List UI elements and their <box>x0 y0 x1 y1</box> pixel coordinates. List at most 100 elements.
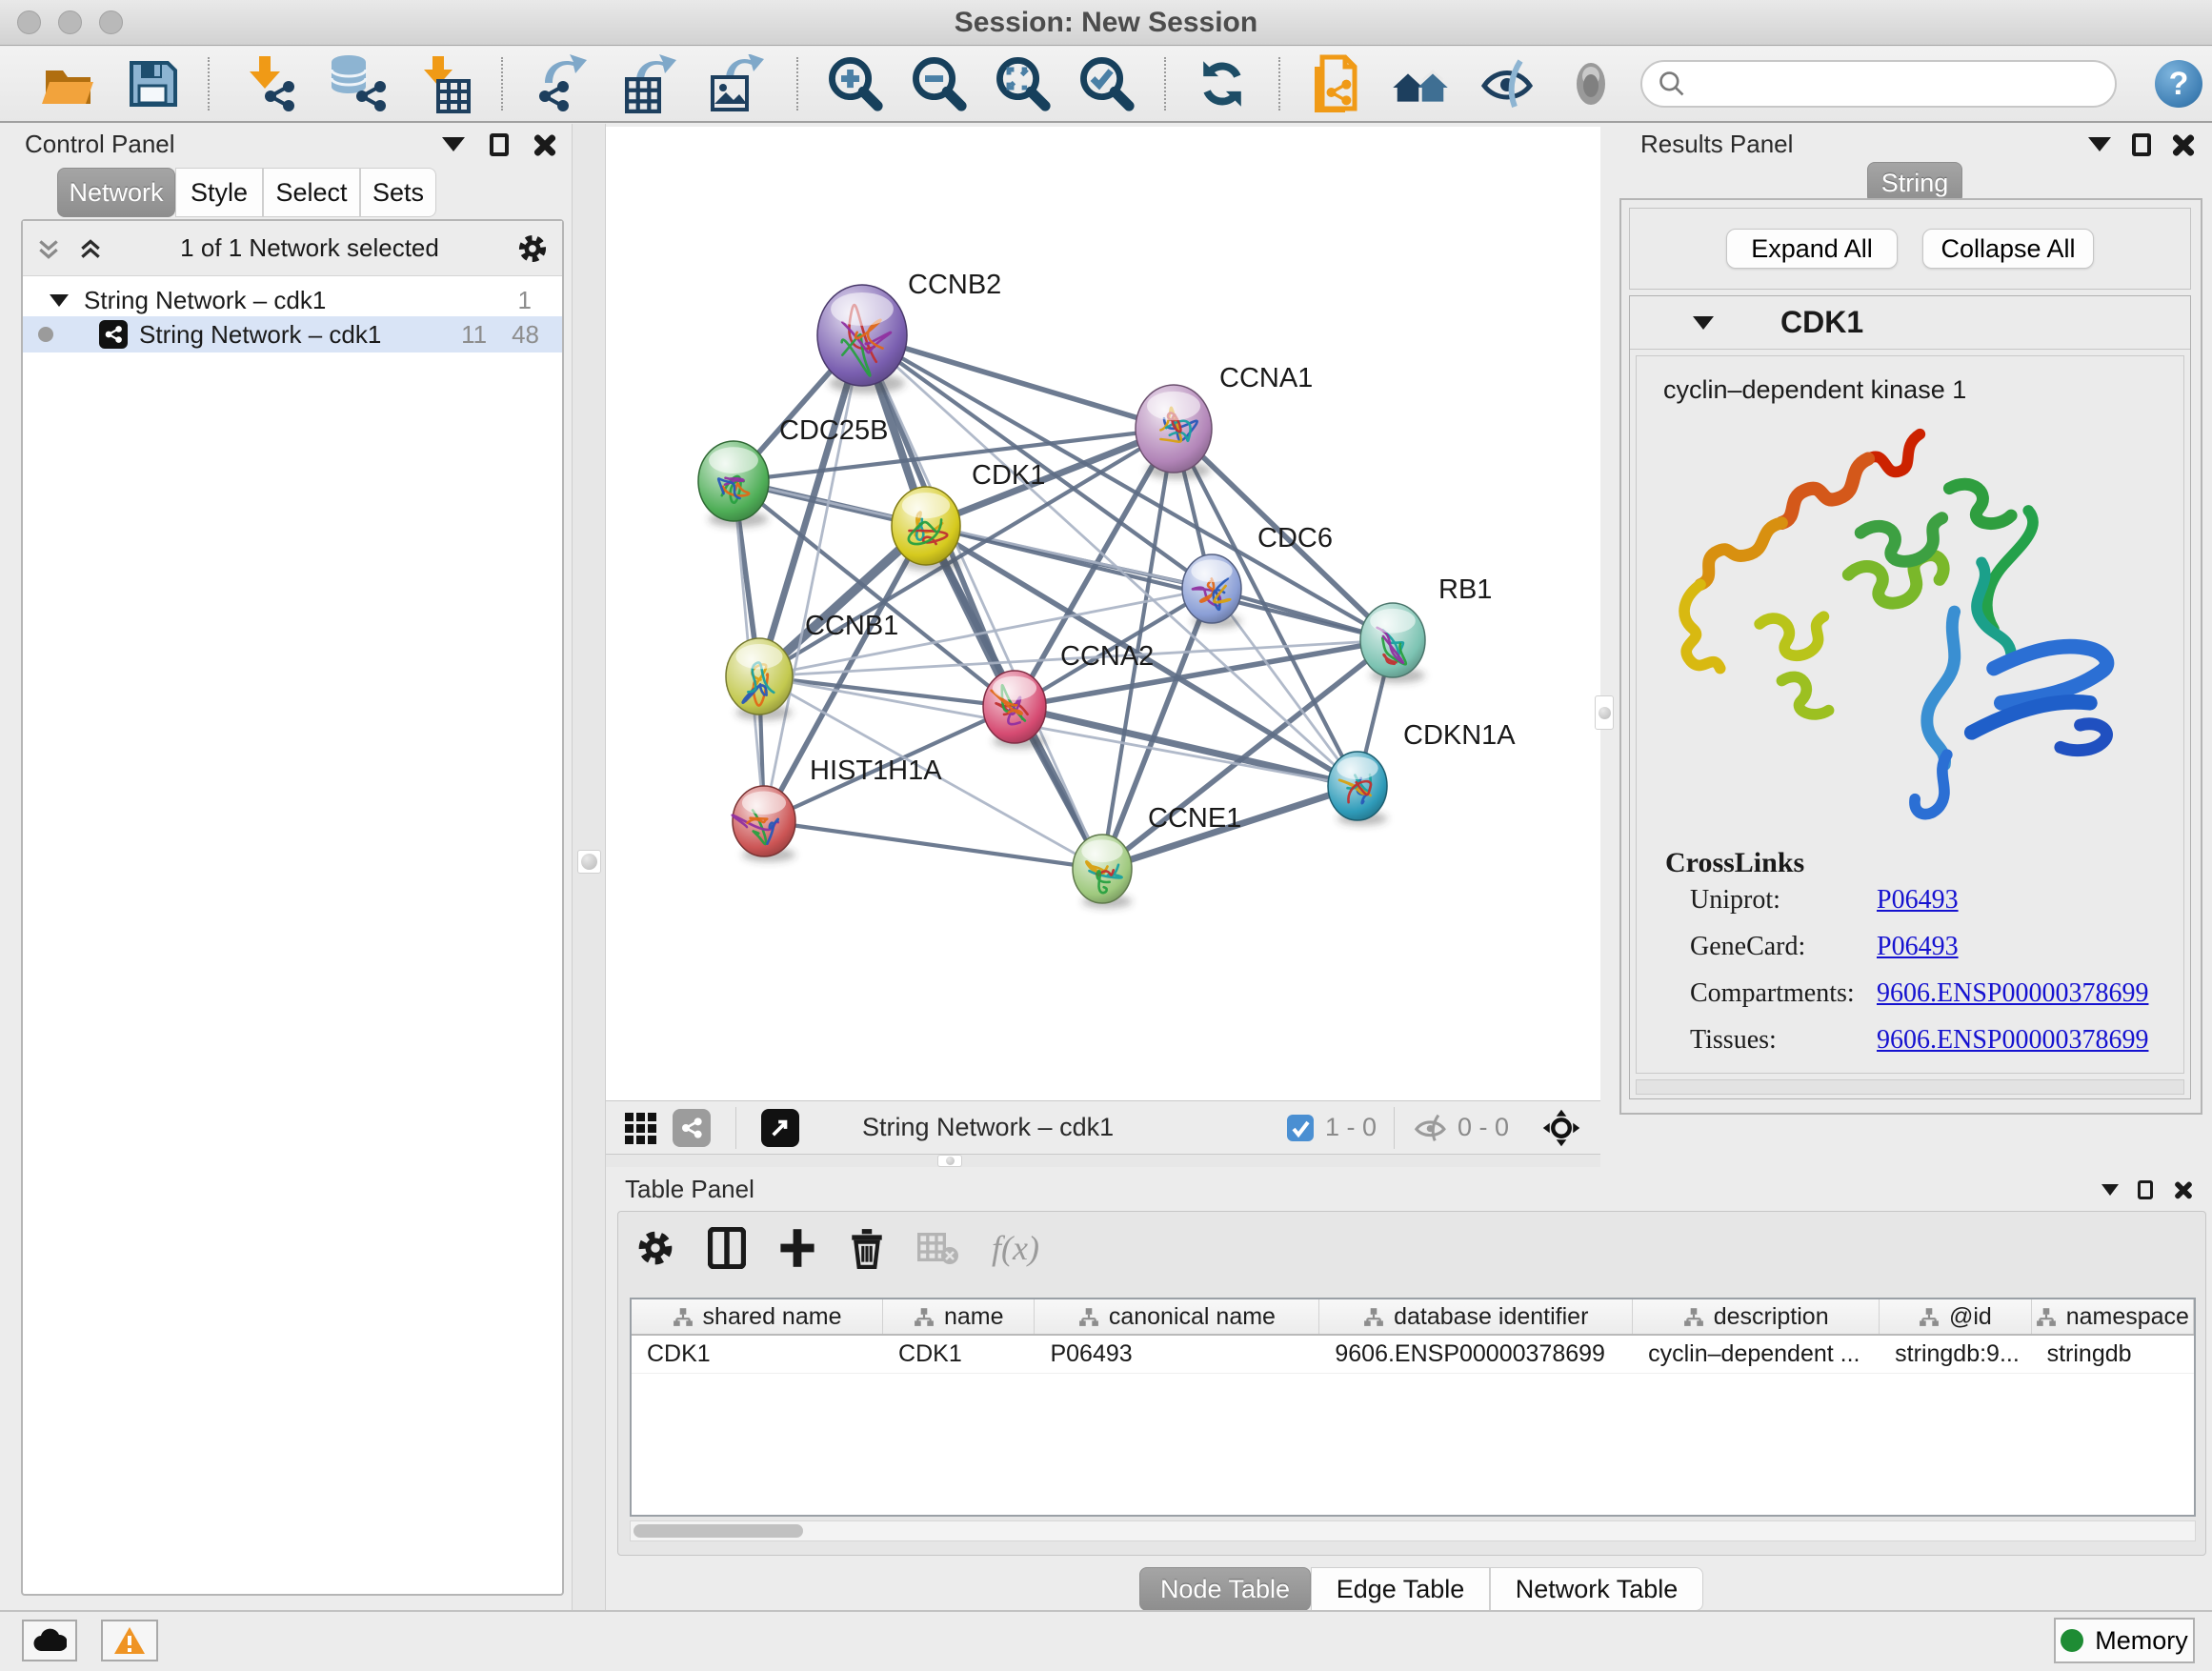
tab-select[interactable]: Select <box>263 168 360 217</box>
network-options-gear-icon[interactable] <box>516 232 549 265</box>
network-node[interactable]: CCNE1 <box>1073 803 1241 908</box>
left-splitter[interactable] <box>572 124 606 1610</box>
import-network-file-button[interactable] <box>225 52 312 115</box>
float-panel-icon[interactable] <box>490 133 509 156</box>
protein-card-header[interactable]: CDK1 <box>1630 296 2190 350</box>
network-edge[interactable] <box>759 676 1015 707</box>
network-node[interactable]: CCNB2 <box>817 270 1001 393</box>
column-header[interactable]: shared name <box>632 1299 883 1334</box>
network-edge[interactable] <box>862 335 1174 429</box>
column-header[interactable]: database identifier <box>1319 1299 1633 1334</box>
toolbar-separator <box>1278 57 1280 111</box>
fit-content-button[interactable] <box>1534 1108 1589 1148</box>
grid-view-button[interactable] <box>615 1111 665 1145</box>
control-panel-tabs: Network Style Select Sets <box>57 168 436 217</box>
crosslink-link[interactable]: P06493 <box>1877 1072 1959 1074</box>
float-panel-icon[interactable] <box>2138 1180 2153 1199</box>
show-columns-icon[interactable] <box>708 1227 746 1269</box>
tab-node-table[interactable]: Node Table <box>1139 1567 1311 1611</box>
table-horizontal-scrollbar[interactable] <box>630 1520 2196 1541</box>
float-panel-icon[interactable] <box>2132 133 2151 156</box>
expand-all-button[interactable]: Expand All <box>1726 229 1898 269</box>
network-node[interactable]: CDC6 <box>1182 523 1333 628</box>
column-header[interactable]: @id <box>1880 1299 2031 1334</box>
expand-all-networks-icon[interactable] <box>36 236 61 261</box>
node-label: CCNA2 <box>1060 641 1154 672</box>
panel-menu-icon[interactable] <box>2101 1184 2119 1196</box>
save-session-button[interactable] <box>112 52 192 115</box>
network-collection-row[interactable]: String Network – cdk1 1 <box>23 284 562 316</box>
table-row[interactable]: CDK1CDK1P064939606.ENSP00000378699cyclin… <box>632 1336 2194 1374</box>
close-panel-icon[interactable] <box>2172 133 2195 156</box>
right-splitter-handle[interactable] <box>1595 695 1614 730</box>
table-settings-gear-icon[interactable] <box>635 1228 675 1268</box>
hide-selection-button[interactable] <box>1465 52 1551 115</box>
network-edge[interactable] <box>862 335 1102 869</box>
tab-sets[interactable]: Sets <box>360 168 436 217</box>
bottom-splitter[interactable] <box>606 1155 1600 1167</box>
zoom-out-button[interactable] <box>897 52 981 115</box>
export-image-button[interactable] <box>694 52 781 115</box>
zoom-selected-button[interactable] <box>1065 52 1149 115</box>
network-node[interactable]: CDKN1A <box>1328 720 1516 825</box>
hidden-eye-slash-icon[interactable] <box>1412 1112 1450 1144</box>
crosslink-link[interactable]: 9606.ENSP00000378699 <box>1877 1025 2148 1056</box>
close-panel-icon[interactable] <box>2174 1180 2192 1198</box>
tab-edge-table[interactable]: Edge Table <box>1311 1567 1490 1611</box>
network-type-button[interactable] <box>665 1109 718 1147</box>
open-session-button[interactable] <box>27 52 112 115</box>
export-network-button[interactable] <box>518 52 606 115</box>
delete-column-trash-icon[interactable] <box>849 1227 885 1269</box>
close-panel-icon[interactable] <box>533 133 556 156</box>
column-header[interactable]: canonical name <box>1035 1299 1319 1334</box>
add-column-icon[interactable] <box>778 1227 816 1269</box>
help-button[interactable]: ? <box>2155 60 2202 108</box>
network-edge[interactable] <box>862 335 1393 640</box>
crosslink-link[interactable]: 9606.ENSP00000378699 <box>1877 978 2148 1009</box>
tab-network[interactable]: Network <box>57 168 175 217</box>
scrollbar-thumb[interactable] <box>633 1524 803 1538</box>
tab-network-table[interactable]: Network Table <box>1490 1567 1703 1611</box>
show-all-networks-button[interactable] <box>1376 52 1465 115</box>
column-header[interactable]: name <box>883 1299 1035 1334</box>
import-table-file-button[interactable] <box>402 52 486 115</box>
cloud-status-button[interactable] <box>22 1620 77 1661</box>
copy-network-style-button[interactable] <box>1296 52 1376 115</box>
left-splitter-handle[interactable] <box>577 850 601 874</box>
zoom-fit-button[interactable] <box>981 52 1065 115</box>
network-node[interactable]: RB1 <box>1360 574 1492 683</box>
network-edge-count: 48 <box>512 320 539 350</box>
network-edge[interactable] <box>764 821 1102 869</box>
selected-checkbox-icon[interactable] <box>1285 1113 1316 1143</box>
crosslink-row: Pharos: P06493 <box>1690 1072 2183 1074</box>
network-row-selected[interactable]: String Network – cdk1 11 48 <box>23 316 562 352</box>
collapse-all-button[interactable]: Collapse All <box>1922 229 2094 269</box>
network-edge[interactable] <box>764 335 862 821</box>
memory-button[interactable]: Memory <box>2054 1618 2195 1663</box>
column-header[interactable]: description <box>1633 1299 1880 1334</box>
crosslink-link[interactable]: P06493 <box>1877 932 1959 962</box>
warnings-button[interactable] <box>101 1620 158 1661</box>
zoom-in-button[interactable] <box>814 52 897 115</box>
detach-view-button[interactable] <box>754 1109 807 1147</box>
network-node[interactable]: CCNA1 <box>1136 363 1313 479</box>
import-network-database-button[interactable] <box>312 52 402 115</box>
import-network-icon <box>238 54 299 113</box>
hidden-node-edge-counts: 0 - 0 <box>1458 1113 1509 1142</box>
results-scrollbar-track[interactable] <box>1636 1079 2184 1095</box>
panel-menu-icon[interactable] <box>442 137 465 151</box>
network-edge[interactable] <box>1015 707 1357 786</box>
crosslink-link[interactable]: P06493 <box>1877 885 1959 916</box>
bottom-splitter-handle[interactable] <box>937 1155 962 1167</box>
collapse-all-networks-icon[interactable] <box>78 236 103 261</box>
collapse-card-icon[interactable] <box>1693 316 1714 330</box>
search-input[interactable] <box>1686 70 2115 99</box>
show-overview-button[interactable] <box>1551 52 1631 115</box>
collection-expand-icon[interactable] <box>50 294 69 307</box>
tab-style[interactable]: Style <box>175 168 263 217</box>
column-header[interactable]: namespace <box>2032 1299 2194 1334</box>
refresh-view-button[interactable] <box>1181 52 1263 115</box>
panel-menu-icon[interactable] <box>2088 137 2111 151</box>
export-table-button[interactable] <box>606 52 694 115</box>
network-canvas[interactable]: CCNB2CCNA1CDC25BCDK1CDC6RB1CCNB1CCNA2CDK… <box>606 127 1600 1100</box>
